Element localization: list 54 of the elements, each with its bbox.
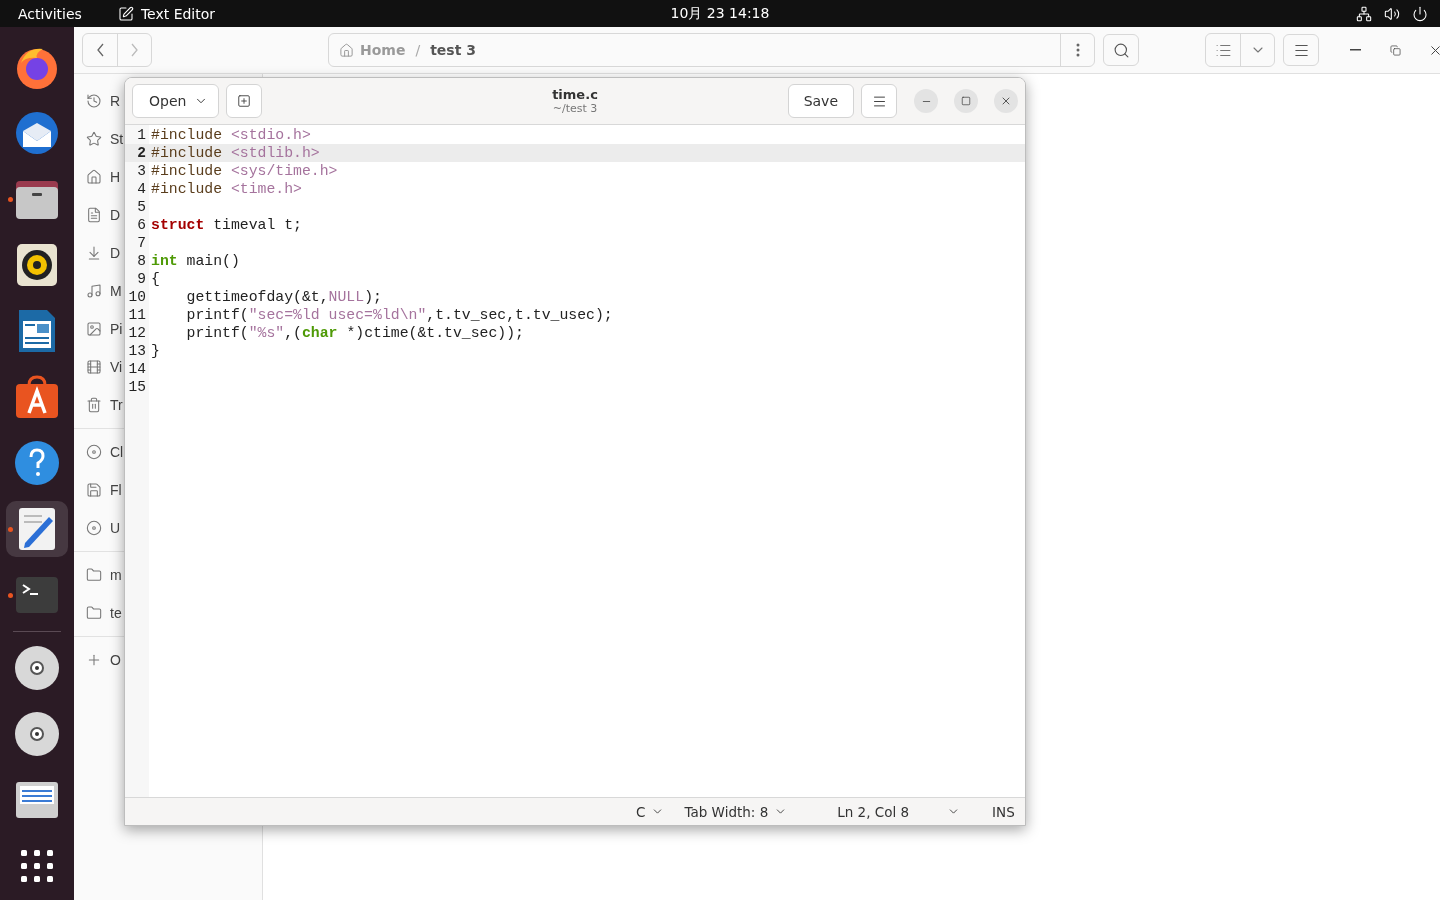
line-number: 5: [136, 199, 147, 215]
sidebar-item[interactable]: H: [74, 158, 124, 196]
language-selector[interactable]: C: [636, 803, 665, 820]
sidebar-item[interactable]: D: [74, 196, 124, 234]
code-line: printf("sec=%ld usec=%ld\n",t.tv_sec,t.tv_usec);: [185, 307, 613, 323]
window-subtitle: ~/test 3: [552, 102, 598, 115]
app-menu[interactable]: Text Editor: [140, 5, 216, 22]
line-number: 8: [136, 253, 147, 269]
sidebar-item[interactable]: M: [74, 272, 124, 310]
line-number: 15: [127, 379, 147, 395]
line-number: 12: [127, 325, 147, 341]
open-button[interactable]: Open: [132, 84, 220, 118]
sidebar-item[interactable]: U: [74, 509, 124, 547]
sidebar-item[interactable]: O: [74, 641, 124, 679]
sidebar-item[interactable]: St: [74, 120, 124, 158]
line-number: 13: [127, 343, 147, 359]
sidebar-item[interactable]: te: [74, 594, 124, 632]
code-line: struct timeval t;: [150, 217, 302, 233]
line-number: 1: [136, 127, 147, 143]
code-line: #include <stdio.h>: [150, 127, 311, 143]
window-title: time.c: [552, 87, 598, 102]
line-number: 7: [136, 235, 147, 251]
line-number: 10: [127, 289, 147, 305]
activities-button[interactable]: Activities: [18, 5, 82, 22]
line-number: 11: [127, 307, 147, 323]
code-line: #include <sys/time.h>: [150, 163, 338, 179]
code-line: printf("%s",(char *)ctime(&t.tv_sec));: [185, 325, 524, 341]
cursor-position: Ln 2, Col 8: [837, 803, 910, 820]
path-crumb[interactable]: test 3: [430, 42, 476, 58]
code-line: gettimeofday(&t,NULL);: [185, 289, 382, 305]
code-line: {: [150, 271, 160, 287]
save-button[interactable]: Save: [787, 84, 854, 118]
code-line: #include <time.h>: [150, 181, 302, 197]
tab-width-selector[interactable]: Tab Width: 8: [684, 803, 788, 820]
clock[interactable]: 10月 23 14:18: [670, 4, 770, 23]
sidebar-item[interactable]: Vi: [74, 348, 124, 386]
line-number: 14: [127, 361, 147, 377]
line-number: 4: [136, 181, 147, 197]
code-line: #include <stdlib.h>: [150, 145, 320, 161]
line-number: 3: [136, 163, 147, 179]
sidebar-item[interactable]: Fl: [74, 471, 124, 509]
path-separator: /: [415, 42, 421, 58]
line-number: 2: [136, 145, 147, 161]
line-number: 6: [136, 217, 147, 233]
sidebar-item[interactable]: D: [74, 234, 124, 272]
insert-mode: INS: [992, 803, 1015, 820]
sidebar-item[interactable]: R: [74, 82, 124, 120]
sidebar-item[interactable]: Pi: [74, 310, 124, 348]
code-line: }: [150, 343, 160, 359]
sidebar-item[interactable]: Cl: [74, 433, 124, 471]
sidebar-item[interactable]: m: [74, 556, 124, 594]
line-number: 9: [136, 271, 147, 287]
sidebar-item[interactable]: Tr: [74, 386, 124, 424]
code-line: int main(): [150, 253, 240, 269]
